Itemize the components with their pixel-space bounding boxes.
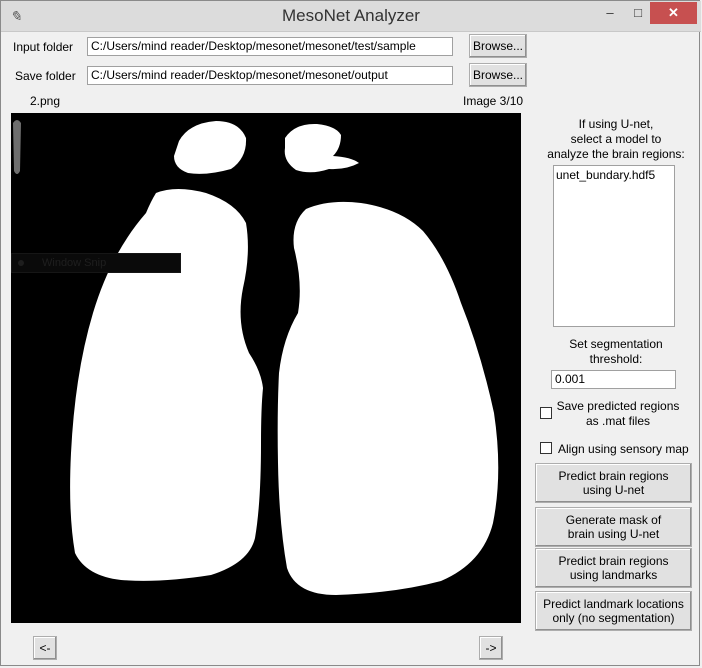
input-folder-field[interactable]: C:/Users/mind reader/Desktop/mesonet/mes… (87, 37, 453, 56)
save-folder-label: Save folder (15, 69, 76, 83)
close-button[interactable]: ✕ (650, 2, 697, 24)
title-bar: ✎ MesoNet Analyzer – □ ✕ (1, 1, 701, 32)
save-mat-checkbox[interactable] (540, 407, 552, 419)
input-browse-button[interactable]: Browse... (469, 34, 527, 58)
generate-mask-button[interactable]: Generate mask of brain using U-net (535, 507, 692, 547)
snip-dot-icon (18, 260, 24, 266)
image-filename: 2.png (30, 94, 61, 108)
threshold-label: Set segmentation threshold: (569, 337, 663, 366)
align-sensory-checkbox[interactable] (540, 442, 552, 454)
save-folder-field[interactable]: C:/Users/mind reader/Desktop/mesonet/mes… (87, 66, 453, 85)
model-item[interactable]: unet_bundary.hdf5 (554, 166, 674, 182)
maximize-button[interactable]: □ (625, 2, 651, 24)
window-snip-overlay: Window Snip (11, 253, 181, 273)
window-title: MesoNet Analyzer (282, 6, 420, 25)
threshold-field[interactable]: 0.001 (551, 370, 676, 389)
align-sensory-label: Align using sensory map (558, 442, 689, 456)
predict-landmark-locations-button[interactable]: Predict landmark locations only (no segm… (535, 591, 692, 631)
save-browse-button[interactable]: Browse... (469, 63, 527, 87)
brain-image-canvas[interactable]: Window Snip (11, 113, 521, 623)
predict-unet-button[interactable]: Predict brain regions using U-net (535, 463, 692, 503)
save-mat-label: Save predicted regions as .mat files (556, 399, 680, 428)
brain-mask-image (13, 120, 499, 595)
next-image-button[interactable]: -> (479, 636, 503, 660)
input-folder-label: Input folder (13, 40, 74, 54)
snip-label: Window Snip (42, 257, 107, 269)
image-counter: Image 3/10 (463, 94, 524, 108)
minimize-button[interactable]: – (597, 2, 623, 24)
model-listbox[interactable]: unet_bundary.hdf5 (553, 165, 675, 327)
app-window: ✎ MesoNet Analyzer – □ ✕ Input folder C:… (0, 0, 701, 666)
predict-landmarks-button[interactable]: Predict brain regions using landmarks (535, 548, 692, 588)
previous-image-button[interactable]: <- (33, 636, 57, 660)
unet-instruction: If using U-net, select a model to analyz… (547, 117, 685, 161)
